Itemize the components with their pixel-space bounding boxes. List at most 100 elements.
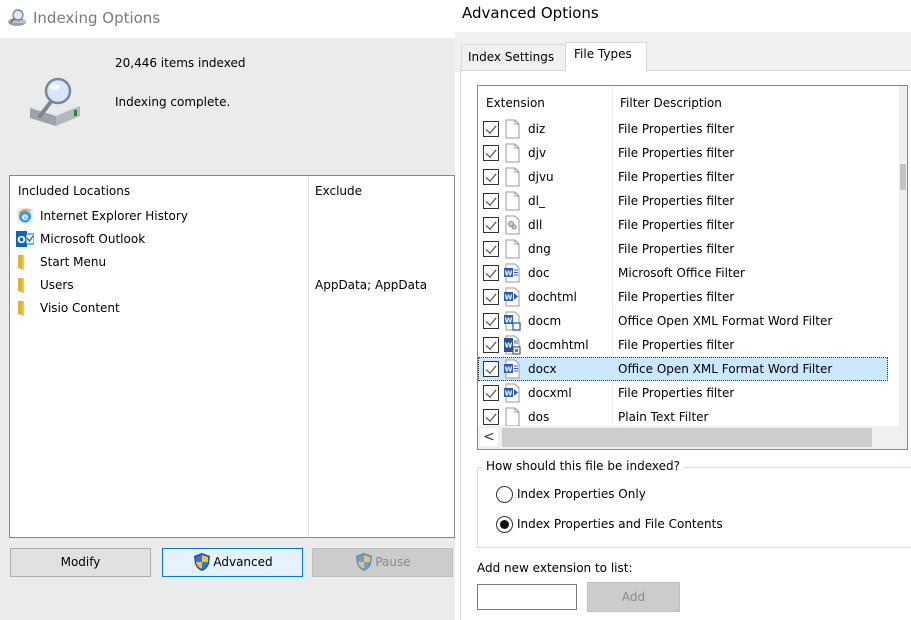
scroll-left-button[interactable]: < [480, 428, 498, 446]
group-legend: How should this file be indexed? [483, 459, 684, 473]
word-mhtml-icon: W [504, 335, 521, 355]
file-type-row[interactable]: Wdocmhtml File Properties filter [478, 333, 888, 357]
file-extension: djv [528, 146, 547, 160]
file-type-row[interactable]: Wdocxml File Properties filter [478, 381, 888, 405]
folder-icon [18, 278, 24, 293]
file-type-checkbox[interactable] [483, 169, 499, 185]
folder-icon [18, 255, 24, 270]
modify-button[interactable]: Modify [10, 548, 151, 577]
modify-button-label: Modify [60, 555, 101, 569]
pause-button[interactable]: Pause [312, 548, 453, 577]
indexing-options-icon [8, 9, 26, 26]
radio-button[interactable] [496, 486, 513, 503]
file-type-checkbox[interactable] [483, 145, 499, 161]
indexing-options-window: Indexing Options 20,446 items indexed In… [0, 0, 455, 620]
column-header-exclude[interactable]: Exclude [315, 184, 362, 198]
file-type-checkbox[interactable] [483, 409, 499, 425]
word-doc-icon: W [504, 359, 520, 379]
dll-file-icon [505, 215, 520, 235]
filter-description: File Properties filter [618, 194, 735, 208]
filter-description: Office Open XML Format Word Filter [618, 314, 833, 328]
filter-description: File Properties filter [618, 242, 735, 256]
file-extension: docmhtml [528, 338, 589, 352]
file-type-checkbox[interactable] [483, 385, 499, 401]
file-type-checkbox[interactable] [483, 121, 499, 137]
advanced-button-label: Advanced [213, 555, 273, 569]
locations-list[interactable]: Included Locations Exclude e Internet Ex… [9, 175, 455, 538]
blank-file-icon [505, 191, 520, 211]
word-macro-icon: W [504, 311, 521, 331]
file-type-checkbox[interactable] [483, 265, 499, 281]
location-row[interactable]: Start Menu [16, 252, 446, 274]
file-type-checkbox[interactable] [483, 193, 499, 209]
radio-button[interactable] [496, 516, 513, 533]
column-header-extension[interactable]: Extension [486, 96, 545, 110]
file-type-checkbox[interactable] [483, 241, 499, 257]
add-extension-label: Add new extension to list: [477, 561, 633, 575]
file-types-list[interactable]: Extension Filter Description diz File Pro… [477, 85, 908, 450]
title-bar: Indexing Options [0, 0, 455, 38]
location-row[interactable]: O Microsoft Outlook [16, 229, 446, 251]
filter-description: File Properties filter [618, 146, 735, 160]
blank-file-icon [505, 119, 520, 139]
file-extension: diz [528, 122, 546, 136]
svg-text:O: O [17, 235, 26, 246]
file-type-checkbox[interactable] [483, 361, 499, 377]
tab-file-types[interactable]: File Types [565, 42, 647, 72]
tab-label: File Types [574, 47, 632, 61]
filter-description: File Properties filter [618, 338, 735, 352]
file-type-row[interactable]: djv File Properties filter [478, 141, 888, 165]
file-extension: docxml [528, 386, 572, 400]
file-type-row[interactable]: diz File Properties filter [478, 117, 888, 141]
filter-description: File Properties filter [618, 386, 735, 400]
location-name: Users [40, 278, 74, 292]
file-extension: djvu [528, 170, 554, 184]
advanced-button[interactable]: Advanced [162, 548, 303, 577]
file-type-checkbox[interactable] [483, 289, 499, 305]
pause-button-label: Pause [375, 555, 411, 569]
filter-description: Plain Text Filter [618, 410, 709, 424]
add-extension-input[interactable] [477, 584, 577, 610]
file-type-row[interactable]: dll File Properties filter [478, 213, 888, 237]
word-html-icon: W [504, 383, 520, 403]
file-type-row[interactable]: dl_ File Properties filter [478, 189, 888, 213]
horizontal-scroll-thumb[interactable] [502, 428, 872, 447]
location-row[interactable]: Users AppData; AppData [16, 275, 446, 297]
vertical-scrollbar[interactable] [899, 86, 907, 426]
location-row[interactable]: e Internet Explorer History [16, 206, 446, 228]
svg-text:W: W [505, 270, 513, 278]
file-type-row[interactable]: Wdochtml File Properties filter [478, 285, 888, 309]
file-extension: dng [528, 242, 551, 256]
add-extension-button[interactable]: Add [587, 582, 680, 612]
uac-shield-icon [356, 552, 373, 571]
window-title: Indexing Options [33, 9, 161, 27]
file-extension: dochtml [528, 290, 577, 304]
indexing-status: Indexing complete. [115, 95, 231, 109]
location-name: Start Menu [40, 255, 107, 269]
file-type-row[interactable]: Wdocx Office Open XML Format Word Filter [478, 357, 888, 381]
column-header-filter[interactable]: Filter Description [620, 96, 722, 110]
filter-description: Microsoft Office Filter [618, 266, 745, 280]
horizontal-scrollbar[interactable]: < > [478, 426, 907, 449]
file-type-row[interactable]: Wdocm Office Open XML Format Word Filter [478, 309, 888, 333]
file-type-row[interactable]: dng File Properties filter [478, 237, 888, 261]
filter-description: File Properties filter [618, 122, 735, 136]
file-type-checkbox[interactable] [483, 313, 499, 329]
file-extension: docm [528, 314, 562, 328]
file-type-row[interactable]: djvu File Properties filter [478, 165, 888, 189]
internet-explorer-icon: e [17, 208, 33, 224]
advanced-options-window: Advanced Options Index Settings File Typ… [455, 0, 911, 620]
vertical-scroll-thumb[interactable] [900, 164, 906, 190]
file-extension: dl_ [528, 194, 545, 208]
file-type-row[interactable]: Wdoc Microsoft Office Filter [478, 261, 888, 285]
svg-text:W: W [505, 390, 513, 398]
filter-description: File Properties filter [618, 170, 735, 184]
file-type-checkbox[interactable] [483, 217, 499, 233]
tab-index-settings[interactable]: Index Settings [461, 44, 566, 70]
radio-label: Index Properties and File Contents [517, 517, 723, 531]
column-header-included[interactable]: Included Locations [18, 184, 130, 198]
file-type-checkbox[interactable] [483, 337, 499, 353]
blank-file-icon [505, 143, 520, 163]
outlook-icon: O [16, 231, 34, 247]
location-row[interactable]: Visio Content [16, 298, 446, 320]
